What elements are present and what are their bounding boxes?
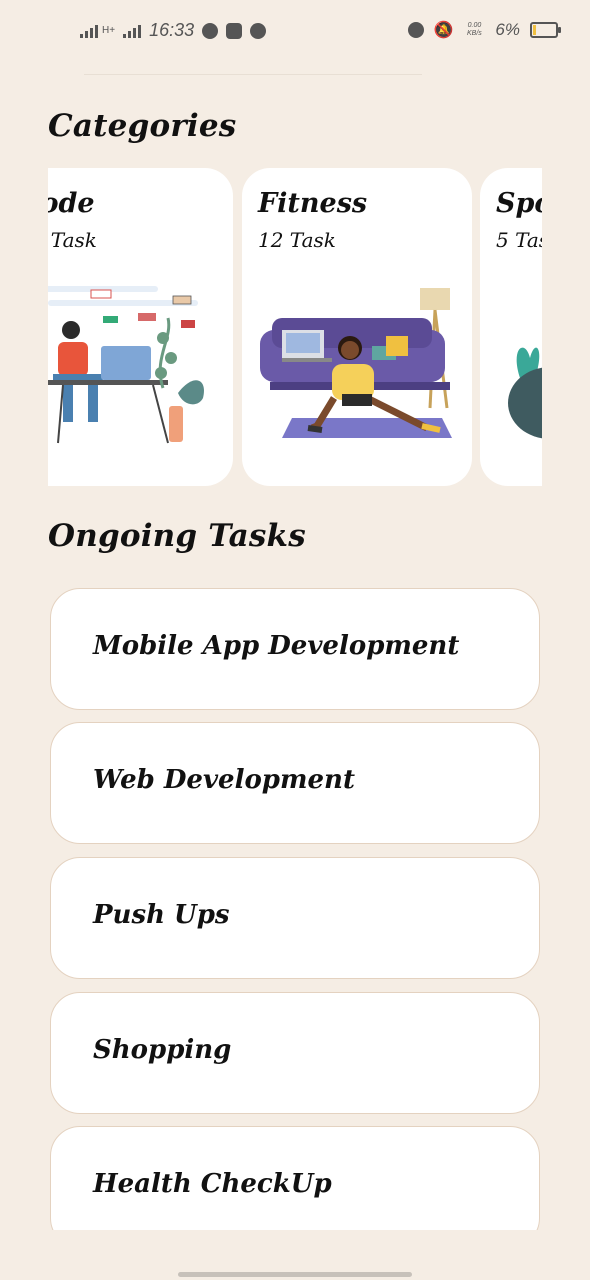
alarm-icon bbox=[407, 22, 424, 38]
task-card-web-development[interactable]: Web Development bbox=[50, 722, 540, 844]
fitness-stretch-icon bbox=[260, 288, 452, 438]
home-indicator[interactable] bbox=[178, 1272, 412, 1277]
task-card-push-ups[interactable]: Push Ups bbox=[50, 857, 540, 979]
net-speed: 0.00 KB/s bbox=[467, 22, 482, 37]
category-card-sports[interactable]: Sports 5 Task bbox=[480, 168, 542, 486]
task-card-mobile-app[interactable]: Mobile App Development bbox=[50, 588, 540, 710]
task-title: Web Development bbox=[93, 765, 355, 795]
status-bar: H+ 16:33 🔕 0.00 KB/s 6% bbox=[0, 0, 590, 62]
categories-title: Categories bbox=[48, 108, 237, 144]
battery-percent: 6% bbox=[495, 20, 520, 39]
status-left: H+ 16:33 bbox=[80, 20, 267, 41]
category-card-fitness[interactable]: Fitness 12 Task bbox=[242, 168, 472, 486]
task-title: Mobile App Development bbox=[93, 631, 460, 661]
task-card-shopping[interactable]: Shopping bbox=[50, 992, 540, 1114]
status-time: 16:33 bbox=[149, 20, 195, 40]
snapchat-icon bbox=[202, 22, 219, 39]
status-right: 🔕 0.00 KB/s 6% bbox=[407, 20, 561, 40]
category-count: 5 Task bbox=[496, 228, 542, 252]
category-card-code[interactable]: Code 10 Task bbox=[48, 168, 233, 486]
category-name: Fitness bbox=[258, 188, 368, 219]
signal-icon bbox=[80, 24, 98, 38]
task-title: Health CheckUp bbox=[93, 1169, 332, 1199]
header-divider bbox=[84, 74, 422, 75]
mute-icon: 🔕 bbox=[433, 22, 454, 39]
task-title: Shopping bbox=[93, 1035, 232, 1065]
category-name: Code bbox=[48, 188, 95, 219]
network-type: H+ bbox=[102, 25, 116, 36]
signal-icon-2 bbox=[123, 24, 142, 38]
category-count: 10 Task bbox=[48, 228, 97, 252]
ongoing-tasks-title: Ongoing Tasks bbox=[48, 518, 306, 554]
sports-plant-icon bbox=[508, 347, 542, 439]
pinterest-icon bbox=[250, 22, 267, 39]
battery-icon bbox=[530, 22, 561, 38]
coding-desk-icon bbox=[48, 286, 204, 444]
task-title: Push Ups bbox=[93, 900, 230, 930]
categories-carousel[interactable]: Code 10 Task bbox=[48, 168, 542, 486]
youtube-icon bbox=[226, 22, 243, 39]
category-name: Sports bbox=[496, 188, 542, 219]
category-count: 12 Task bbox=[258, 228, 336, 252]
